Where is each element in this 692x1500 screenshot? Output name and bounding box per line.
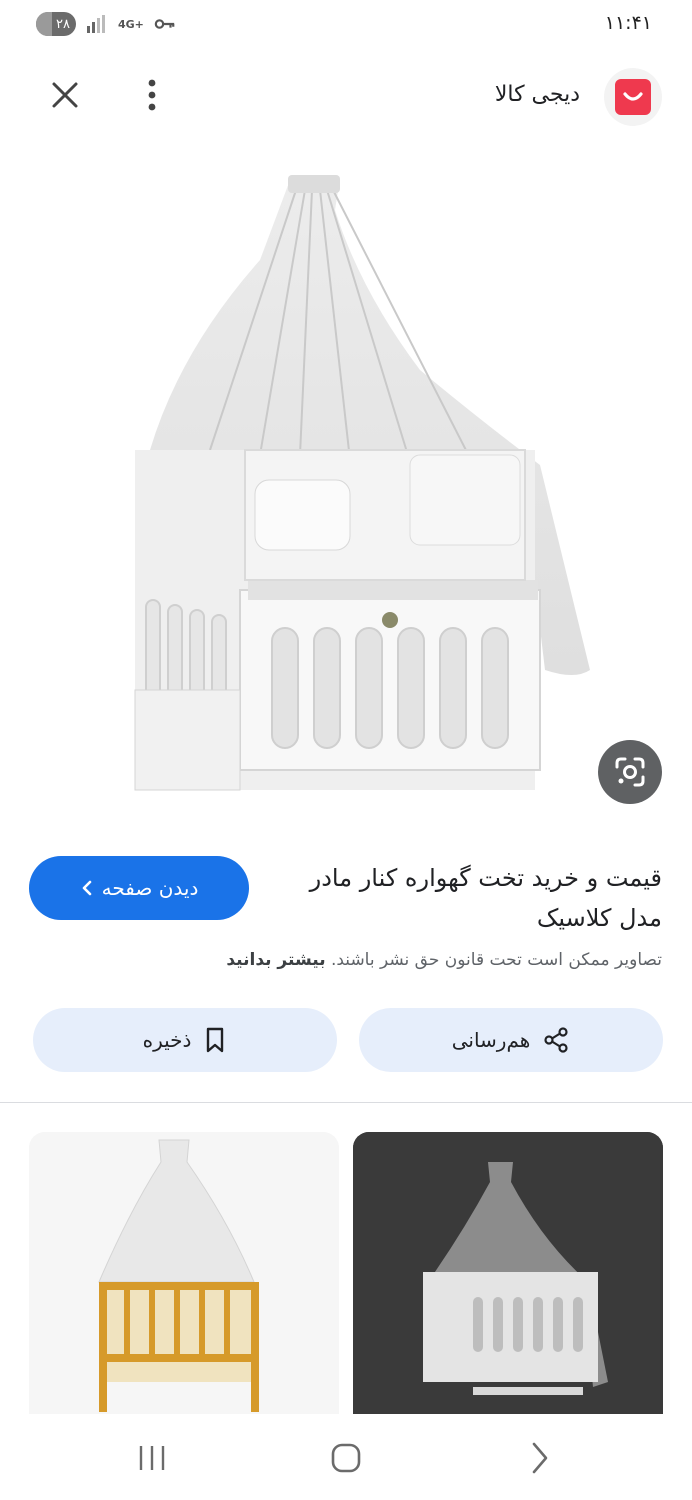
site-name[interactable]: دیجی کالا <box>495 82 580 107</box>
crib-photo-dark <box>353 1132 663 1414</box>
lens-icon <box>615 757 645 787</box>
learn-more-link[interactable]: بیشتر بدانید <box>226 950 325 970</box>
save-button[interactable]: ذخیره <box>33 1008 337 1072</box>
back-icon[interactable] <box>520 1438 560 1478</box>
status-bar: ۲۸ 4G+ ۱۱:۴۱ <box>0 0 692 52</box>
result-header: دیجی کالا <box>0 60 692 132</box>
key-icon <box>154 19 175 29</box>
clock: ۱۱:۴۱ <box>604 12 652 34</box>
copyright-notice: تصاویر ممکن است تحت قانون حق نشر باشند. … <box>22 950 662 970</box>
network-type: 4G+ <box>118 17 144 31</box>
related-image[interactable] <box>353 1132 663 1414</box>
battery-indicator: ۲۸ <box>36 12 76 36</box>
save-label: ذخیره <box>142 1028 192 1052</box>
battery-level: ۲۸ <box>56 16 70 32</box>
share-label: هم‌رسانی <box>451 1028 531 1052</box>
visit-label: دیدن صفحه <box>101 876 199 900</box>
related-image[interactable] <box>29 1132 339 1414</box>
more-options-icon[interactable] <box>132 74 172 116</box>
visit-page-button[interactable]: دیدن صفحه <box>29 856 249 920</box>
home-icon[interactable] <box>326 1438 366 1478</box>
share-icon <box>544 1027 568 1053</box>
status-icons: ۲۸ 4G+ <box>36 12 176 36</box>
lens-search-button[interactable] <box>598 740 662 804</box>
recent-apps-icon[interactable] <box>132 1438 172 1478</box>
main-image[interactable] <box>0 150 692 820</box>
result-title[interactable]: قیمت و خرید تخت گهواره کنار مادر مدل کلا… <box>292 858 662 938</box>
smile-icon <box>623 92 643 101</box>
bookmark-icon <box>207 1027 224 1053</box>
chevron-left-icon <box>82 880 91 896</box>
digikala-logo-icon[interactable] <box>604 68 662 126</box>
system-navigation-bar <box>0 1414 692 1500</box>
copyright-text: تصاویر ممکن است تحت قانون حق نشر باشند. <box>330 950 662 970</box>
share-button[interactable]: هم‌رسانی <box>359 1008 663 1072</box>
divider <box>0 1102 692 1103</box>
close-icon[interactable] <box>44 74 86 116</box>
crib-image <box>134 175 590 791</box>
crib-photo-wood <box>29 1132 339 1414</box>
signal-icon <box>87 15 105 33</box>
